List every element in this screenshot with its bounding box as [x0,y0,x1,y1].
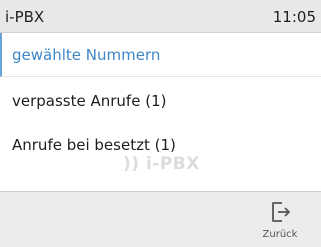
menu-item-missed-calls[interactable]: verpasste Anrufe (1) [0,79,321,123]
back-button[interactable]: Zurück [256,196,304,244]
menu-item-dialed-numbers[interactable]: gewählte Nummern [0,33,321,77]
exit-icon [272,202,290,222]
ipbx-watermark: )) i-PBX [123,154,200,174]
status-bar: i-PBX 11:05 [0,0,321,33]
status-time: 11:05 [272,8,316,26]
menu-item-label: verpasste Anrufe (1) [12,92,167,110]
back-button-label: Zurück [262,229,298,240]
menu-item-label: Anrufe bei besetzt (1) [12,136,176,154]
status-title: i-PBX [5,8,45,26]
softkey-bar: Zurück [0,191,321,247]
phone-screen: i-PBX 11:05 gewählte Nummern verpasste A… [0,0,321,247]
menu-item-label: gewählte Nummern [12,46,161,64]
